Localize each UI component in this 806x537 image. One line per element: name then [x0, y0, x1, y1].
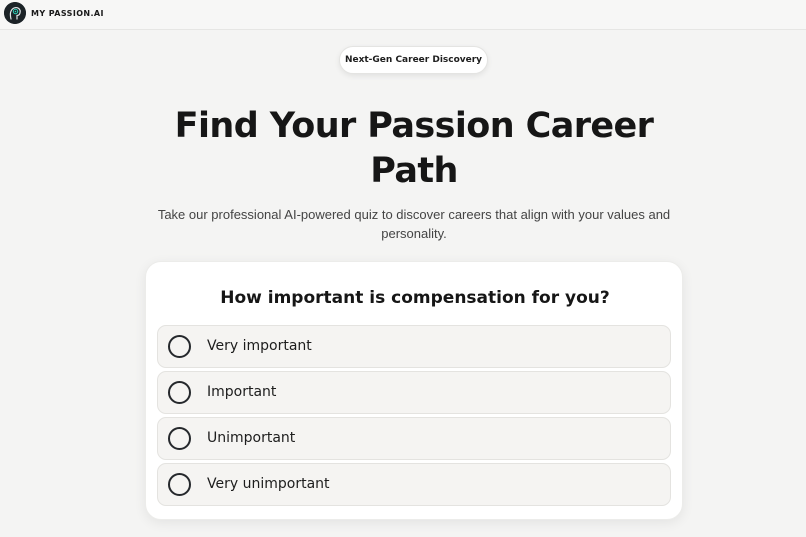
answer-option-unimportant[interactable]: Unimportant	[157, 417, 671, 460]
brain-head-icon	[4, 2, 26, 24]
answer-label: Very important	[207, 338, 312, 354]
answer-label: Very unimportant	[207, 476, 330, 492]
radio-button[interactable]	[168, 427, 191, 450]
top-navigation-bar: MY PASSION.AI	[0, 0, 806, 30]
page-title: Find Your Passion Career Path	[174, 106, 654, 191]
next-gen-badge: Next-Gen Career Discovery	[339, 46, 488, 74]
radio-button[interactable]	[168, 473, 191, 496]
answer-option-very-unimportant[interactable]: Very unimportant	[157, 463, 671, 506]
answer-option-important[interactable]: Important	[157, 371, 671, 414]
answer-label: Unimportant	[207, 430, 296, 446]
brand-logo[interactable]: MY PASSION.AI	[4, 2, 104, 24]
quiz-question: How important is compensation for you?	[220, 288, 610, 308]
radio-button[interactable]	[168, 381, 191, 404]
page-subtitle: Take our professional AI-powered quiz to…	[157, 207, 671, 241]
radio-button[interactable]	[168, 335, 191, 358]
quiz-card: How important is compensation for you? V…	[145, 261, 683, 520]
answer-option-very-important[interactable]: Very important	[157, 325, 671, 368]
answer-label: Important	[207, 384, 277, 400]
brand-name: MY PASSION.AI	[31, 8, 104, 18]
